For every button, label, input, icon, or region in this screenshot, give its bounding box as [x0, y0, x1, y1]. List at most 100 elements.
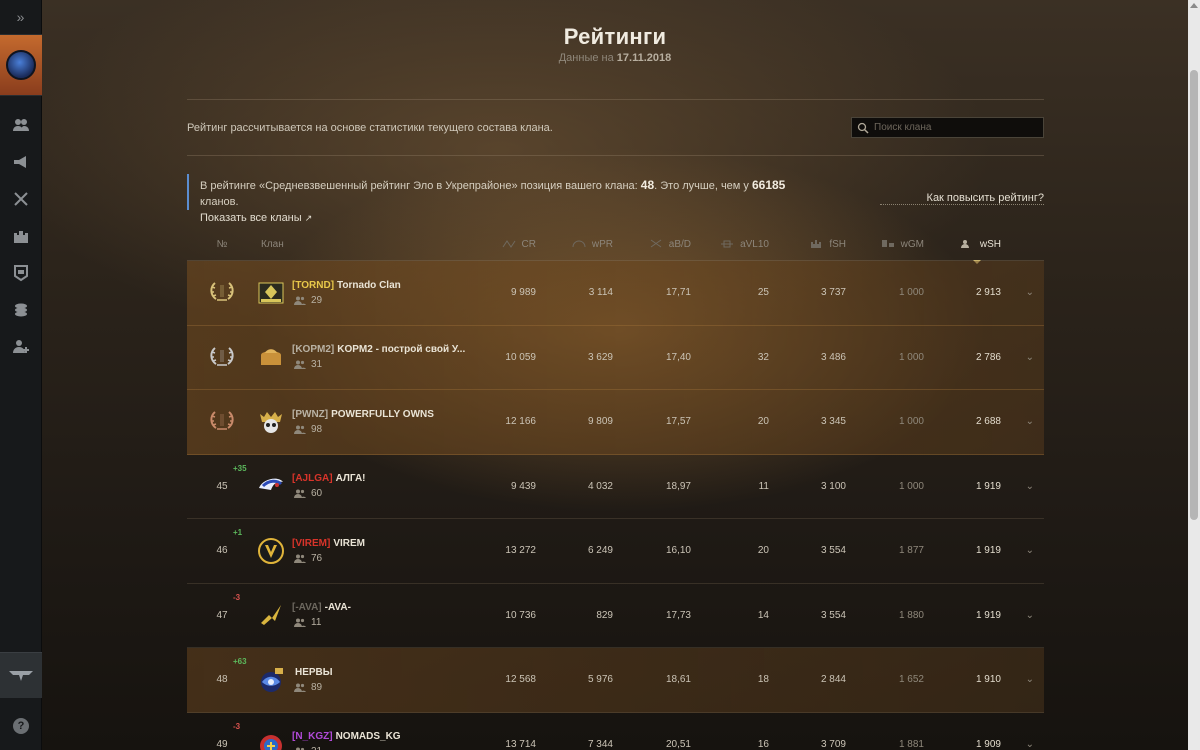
clan-cell[interactable]: [KOPM2] KOPM2 - построй свой У... 31: [257, 343, 477, 371]
rank-number: 47: [216, 609, 228, 621]
clan-cell[interactable]: [-AVA] -AVA- 11: [257, 601, 477, 629]
expand-row-icon[interactable]: ⌄: [1001, 610, 1034, 621]
show-all-clans-link[interactable]: Показать все кланы ↗: [200, 210, 807, 226]
cr-value: 13 272: [505, 545, 536, 557]
expand-row-icon[interactable]: ⌄: [1001, 739, 1034, 750]
header-clan[interactable]: Клан: [257, 239, 477, 250]
help-icon[interactable]: ?: [13, 718, 29, 734]
clan-name-line[interactable]: [TORND] Tornado Clan: [292, 280, 401, 291]
cr-value: 9 989: [510, 287, 536, 299]
members-icon: [294, 489, 306, 499]
members-icon: [294, 618, 306, 628]
clan-emblem-icon: [257, 279, 285, 307]
clan-name-line[interactable]: [VIREM] VIREM: [292, 538, 365, 549]
clan-name-line[interactable]: [PWNZ] POWERFULLY OWNS: [292, 409, 434, 420]
scrollbar[interactable]: [1188, 0, 1200, 750]
table-row[interactable]: -3 47 [-AVA] -AVA- 11 10 736 829 17,73 14…: [187, 584, 1044, 648]
avl10-value: 11: [758, 480, 769, 492]
rank-cell: [187, 279, 257, 306]
abd-value: 17,73: [665, 609, 691, 621]
divider: [187, 155, 1044, 156]
clan-tag: [-AVA]: [292, 602, 322, 614]
own-clan-row[interactable]: +63 48 НЕРВЫ 89 12 568 5 976 18,61 18 2 …: [187, 648, 1044, 713]
rank-change: +1: [233, 528, 243, 538]
expand-row-icon[interactable]: ⌄: [1001, 674, 1034, 685]
wpr-value: 5 976: [587, 674, 613, 686]
wsh-value: 1 919: [975, 545, 1001, 557]
header-avl10[interactable]: aVL10: [691, 239, 769, 250]
clan-cell[interactable]: [N_KGZ]NOMADS_KG 21: [257, 730, 477, 750]
expand-row-icon[interactable]: ⌄: [1001, 481, 1034, 492]
header-wpr[interactable]: wPR: [536, 239, 613, 250]
header-wgm[interactable]: wGM: [846, 239, 924, 250]
clan-cell[interactable]: НЕРВЫ 89: [257, 666, 477, 694]
divider: [187, 99, 1044, 100]
stronghold-icon[interactable]: [0, 217, 42, 254]
table-row[interactable]: [TORND] Tornado Clan 29 9 989 3 114 17,71…: [187, 261, 1044, 326]
rank-cell: +35 45: [187, 464, 257, 492]
rank-change: +63: [233, 657, 247, 667]
expand-row-icon[interactable]: ⌄: [1001, 416, 1034, 427]
clan-cell[interactable]: [PWNZ] POWERFULLY OWNS 98: [257, 408, 477, 436]
clan-search[interactable]: [851, 117, 1044, 138]
table-row[interactable]: [KOPM2] KOPM2 - построй свой У... 31 10 0…: [187, 325, 1044, 390]
table-body: [TORND] Tornado Clan 29 9 989 3 114 17,71…: [187, 261, 1044, 750]
header-cr[interactable]: CR: [477, 239, 536, 250]
clan-cell[interactable]: [TORND] Tornado Clan 29: [257, 279, 477, 307]
header-num[interactable]: №: [187, 239, 257, 250]
clan-name-line[interactable]: [N_KGZ] NOMADS_KG: [292, 731, 401, 742]
abd-icon: [649, 239, 663, 248]
avl10-value: 16: [757, 738, 769, 750]
add-member-icon[interactable]: [0, 328, 42, 365]
clan-members: 89: [292, 682, 333, 693]
table-row[interactable]: -3 49 [N_KGZ]NOMADS_KG 21 13 714 7 344 2…: [187, 713, 1044, 750]
expand-row-icon[interactable]: ⌄: [1001, 352, 1034, 363]
fsh-value: 3 554: [820, 545, 846, 557]
battles-icon[interactable]: [0, 180, 42, 217]
rank-change: -3: [233, 592, 241, 602]
header-abd[interactable]: aB/D: [613, 239, 691, 250]
scrollbar-thumb[interactable]: [1190, 70, 1198, 520]
clan-tag: [KOPM2]: [292, 344, 335, 356]
expand-row-icon[interactable]: ⌄: [1001, 545, 1034, 556]
treasury-icon[interactable]: [0, 291, 42, 328]
clans-count: 66185: [751, 178, 786, 192]
wpr-value: 3 114: [588, 287, 613, 299]
table-row[interactable]: [PWNZ] POWERFULLY OWNS 98 12 166 9 809 17…: [187, 390, 1044, 455]
rank-cell: -3 47: [187, 593, 257, 621]
rank-number: 49: [216, 738, 228, 750]
achievements-icon[interactable]: [0, 254, 42, 291]
clan-name: АЛГА!: [335, 473, 366, 485]
clan-avatar[interactable]: [0, 34, 42, 96]
clan-emblem-icon: [257, 408, 285, 436]
table-row[interactable]: +1 46 [VIREM] VIREM 76 13 272 6 249 16,10…: [187, 519, 1044, 584]
search-input[interactable]: [874, 122, 1034, 133]
date-prefix: Данные на: [558, 52, 614, 64]
clan-cell[interactable]: [AJLGA] АЛГА! 60: [257, 472, 477, 500]
date-value: 17.11.2018: [616, 52, 672, 64]
scroll-up-icon[interactable]: [1190, 3, 1198, 8]
clan-name-line[interactable]: НЕРВЫ: [292, 667, 333, 678]
expand-sidebar-icon[interactable]: »: [0, 0, 41, 34]
members-count: 60: [311, 488, 323, 500]
clan-name: POWERFULLY OWNS: [331, 408, 434, 420]
table-row[interactable]: +35 45 [AJLGA] АЛГА! 60 9 439 4 032 18,97…: [187, 455, 1044, 519]
recruitment-icon[interactable]: [0, 143, 42, 180]
game-logo-icon[interactable]: [0, 652, 42, 698]
rank-cell: +63 48: [187, 657, 257, 685]
clan-name-line[interactable]: [-AVA] -AVA-: [292, 602, 351, 613]
improve-rating-link[interactable]: Как повысить рейтинг?: [880, 192, 1044, 205]
expand-row-icon[interactable]: ⌄: [1001, 287, 1034, 298]
cr-value: 10 059: [505, 351, 536, 363]
header-wsh[interactable]: wSH: [924, 239, 1001, 250]
wgm-value: 1 000: [898, 416, 924, 428]
fsh-value: 3 554: [820, 609, 846, 621]
clan-name-line[interactable]: [KOPM2] KOPM2 - построй свой У...: [292, 344, 465, 355]
clan-name-line[interactable]: [AJLGA] АЛГА!: [292, 473, 366, 484]
header-avl10-label: aVL10: [740, 238, 769, 250]
clan-members-icon[interactable]: [0, 106, 42, 143]
members-icon: [294, 425, 306, 434]
cr-value: 12 166: [505, 416, 536, 428]
clan-cell[interactable]: [VIREM] VIREM 76: [257, 537, 477, 565]
header-fsh[interactable]: fSH: [769, 239, 846, 250]
